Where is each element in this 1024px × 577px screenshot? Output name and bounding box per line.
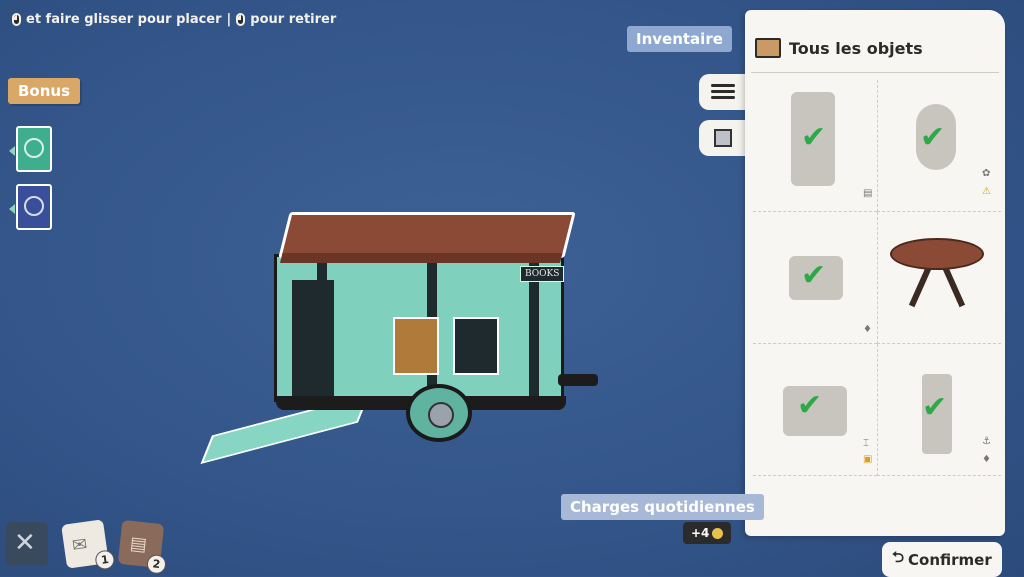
drop-mini-icon: ♦ bbox=[982, 454, 991, 465]
inventory-header: Tous les objets bbox=[755, 38, 923, 58]
tree-icon bbox=[24, 138, 44, 158]
globe-icon bbox=[24, 196, 44, 216]
hint-separator: | bbox=[226, 12, 232, 27]
inventory-item-chair[interactable]: ✔ ⌶ ▣ bbox=[753, 344, 877, 476]
mouse-right-icon bbox=[236, 13, 246, 26]
controls-hint: et faire glisser pour placer | pour reti… bbox=[12, 12, 336, 27]
wagon-roof bbox=[278, 212, 576, 258]
list-icon bbox=[711, 83, 735, 101]
pillar-mini-icon: ⌶ bbox=[863, 438, 869, 449]
book-wagon[interactable]: BOOKS bbox=[200, 200, 610, 464]
inventory-item-plant[interactable]: ✔ ✿ ⚠ bbox=[877, 80, 1001, 212]
wagon-window-left bbox=[393, 317, 439, 375]
sign-mini-icon: ♦ bbox=[863, 324, 872, 335]
inventory-header-title: Tous les objets bbox=[789, 38, 923, 58]
inventory-tab: Inventaire bbox=[627, 26, 732, 52]
undo-arrow-icon: ⮌ bbox=[892, 548, 905, 566]
inventory-item-sign[interactable]: ✔ ♦ bbox=[753, 212, 877, 344]
warning-icon: ⚠ bbox=[982, 186, 991, 197]
check-icon: ✔ bbox=[801, 258, 827, 293]
shelf-mini-icon: ▤ bbox=[863, 188, 873, 199]
journal-badge: 2 bbox=[146, 553, 167, 575]
check-icon: ✔ bbox=[801, 120, 827, 155]
inventory-grid: ✔ ▤ ✔ ✿ ⚠ ✔ ♦ ✔ ⌶ ▣ ✔ ⚓ ♦ bbox=[753, 80, 1001, 480]
flower-mini-icon: ✿ bbox=[982, 168, 991, 179]
cube-icon bbox=[714, 129, 732, 147]
wagon-window-right bbox=[453, 317, 499, 375]
letter-icon: ✉ bbox=[70, 533, 89, 557]
tools-button[interactable]: ✕ bbox=[6, 522, 48, 566]
daily-charges-value: +4 bbox=[683, 522, 732, 544]
books-sign: BOOKS bbox=[520, 266, 565, 282]
wagon-door bbox=[292, 280, 334, 396]
confirm-button[interactable]: ⮌ Confirmer bbox=[882, 542, 1002, 577]
list-view-button[interactable] bbox=[699, 74, 747, 110]
wrench-icon: ✕ bbox=[14, 528, 36, 558]
coin-icon bbox=[712, 527, 724, 539]
round-table-icon bbox=[890, 238, 984, 270]
inventory-item-bag[interactable]: ✔ ⚓ ♦ bbox=[877, 344, 1001, 476]
bonus-tag: Bonus bbox=[8, 78, 81, 104]
3d-view-button[interactable] bbox=[699, 120, 747, 156]
letters-badge: 1 bbox=[94, 549, 116, 571]
daily-charges-label: Charges quotidiennes bbox=[561, 494, 764, 520]
box-icon bbox=[755, 38, 781, 58]
confirm-label: Confirmer bbox=[908, 550, 992, 569]
wagon-wheel bbox=[406, 384, 472, 442]
wagon-hitch bbox=[558, 374, 598, 386]
journal-icon: ▤ bbox=[128, 532, 149, 556]
mouse-left-icon bbox=[12, 13, 21, 26]
journal-button[interactable]: ▤ 2 bbox=[117, 519, 167, 575]
charges-value: +4 bbox=[691, 526, 710, 540]
inventory-item-shelf[interactable]: ✔ ▤ bbox=[753, 80, 877, 212]
check-icon: ✔ bbox=[797, 388, 823, 423]
bonus-book-green[interactable] bbox=[9, 126, 52, 172]
inventory-panel: Tous les objets ✔ ▤ ✔ ✿ ⚠ ✔ ♦ ✔ ⌶ ▣ ✔ ⚓ … bbox=[745, 10, 1005, 536]
note-mini-icon: ▣ bbox=[863, 454, 873, 465]
inventory-item-table[interactable] bbox=[877, 212, 1001, 344]
header-divider bbox=[751, 72, 999, 73]
hint-remove-text: pour retirer bbox=[250, 12, 337, 27]
anchor-icon: ⚓ bbox=[982, 436, 991, 447]
bonus-book-blue[interactable] bbox=[9, 184, 52, 230]
check-icon: ✔ bbox=[922, 390, 948, 425]
letters-button[interactable]: ✉ 1 bbox=[61, 519, 116, 571]
check-icon: ✔ bbox=[920, 120, 946, 155]
hint-place-text: et faire glisser pour placer bbox=[26, 12, 222, 27]
